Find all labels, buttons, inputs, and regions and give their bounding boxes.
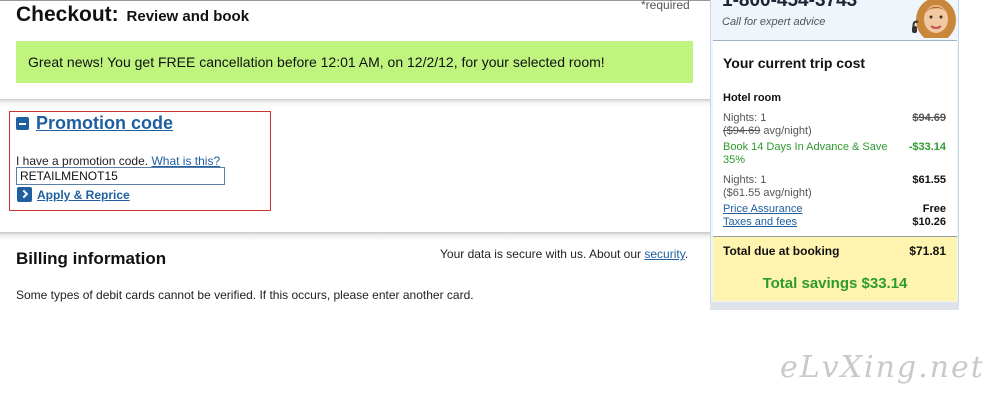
watermark: eLvXing.net bbox=[780, 350, 985, 385]
phone-number: 1-800-454-3743 bbox=[722, 0, 858, 11]
avg-night-original: ($94.69 avg/night) bbox=[723, 125, 812, 137]
free-cancellation-banner: Great news! You get FREE cancellation be… bbox=[16, 41, 693, 83]
avg-night-discounted: ($61.55 avg/night) bbox=[723, 187, 812, 199]
total-due-value: $71.81 bbox=[909, 244, 946, 258]
section-separator bbox=[0, 232, 710, 241]
price-assurance-link[interactable]: Price Assurance bbox=[723, 203, 802, 215]
security-link[interactable]: security bbox=[644, 247, 684, 261]
what-is-this-link[interactable]: What is this? bbox=[151, 154, 220, 168]
avg-suffix: avg/night) bbox=[763, 125, 812, 137]
data-secure-note: Your data is secure with us. About our s… bbox=[440, 247, 688, 261]
chevron-right-icon[interactable] bbox=[17, 187, 32, 202]
apply-reprice-link[interactable]: Apply & Reprice bbox=[37, 188, 130, 202]
promo-code-input[interactable] bbox=[16, 167, 225, 185]
promo-code-toggle-link[interactable]: Promotion code bbox=[36, 113, 173, 134]
total-savings: Total savings $33.14 bbox=[762, 275, 908, 292]
debit-card-note: Some types of debit cards cannot be veri… bbox=[16, 288, 474, 302]
nights-label: Nights: 1 bbox=[723, 112, 767, 124]
checkout-subtitle: Review and book bbox=[126, 8, 250, 25]
nights-label-discounted: Nights: 1 bbox=[723, 174, 767, 186]
taxes-fees-link[interactable]: Taxes and fees bbox=[723, 216, 797, 228]
total-due-label: Total due at booking bbox=[723, 244, 840, 258]
hotel-room-label: Hotel room bbox=[723, 92, 782, 104]
original-price: $94.69 bbox=[912, 112, 946, 124]
price-assurance-value: Free bbox=[922, 203, 946, 215]
call-advice-text: Call for expert advice bbox=[722, 16, 826, 28]
promo-have-text: I have a promotion code. bbox=[16, 154, 149, 168]
required-note: *required bbox=[641, 0, 690, 12]
secure-end: . bbox=[684, 247, 689, 261]
collapse-minus-icon[interactable] bbox=[16, 117, 29, 130]
advance-booking-promo: Book 14 Days In Advance & Save bbox=[723, 141, 888, 153]
promo-code-prompt: I have a promotion code. What is this? bbox=[16, 154, 220, 168]
top-divider bbox=[0, 0, 710, 1]
trip-cost-title: Your current trip cost bbox=[723, 55, 866, 71]
sidebar-footer bbox=[710, 302, 959, 310]
page-title: Checkout: Review and book bbox=[16, 3, 249, 27]
checkout-title-text: Checkout: bbox=[16, 3, 119, 26]
discounted-price: $61.55 bbox=[912, 174, 946, 186]
avg-price-strike: ($94.69 bbox=[723, 125, 761, 137]
support-agent-avatar bbox=[906, 0, 958, 38]
taxes-fees-value: $10.26 bbox=[912, 216, 946, 228]
secure-text: Your data is secure with us. About our bbox=[440, 247, 642, 261]
billing-title: Billing information bbox=[16, 249, 167, 268]
advance-booking-percent: 35% bbox=[723, 154, 746, 166]
section-separator bbox=[0, 99, 710, 107]
promo-discount: -$33.14 bbox=[908, 141, 946, 153]
